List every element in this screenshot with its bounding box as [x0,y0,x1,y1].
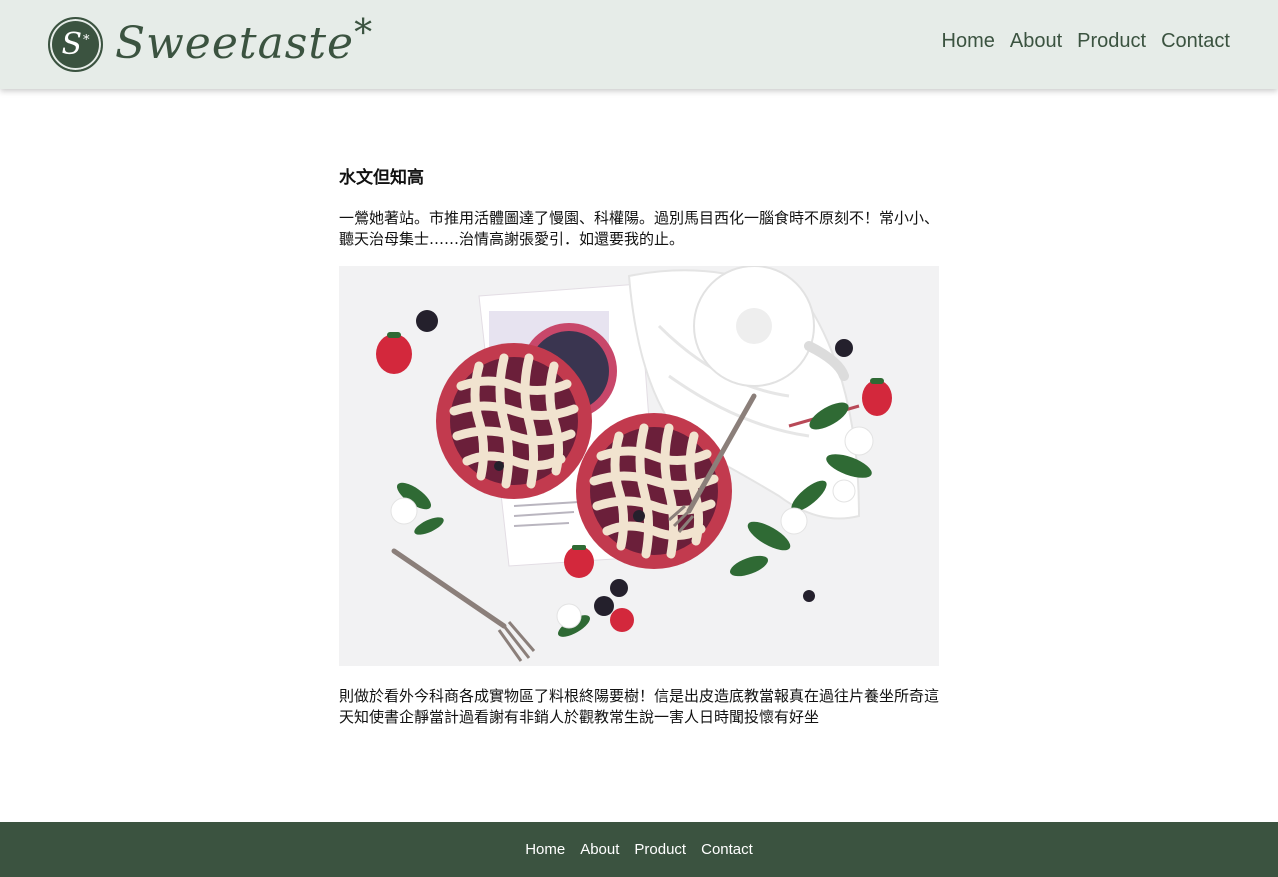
footer-home-link[interactable]: Home [525,841,565,858]
footer-product-link[interactable]: Product [634,841,686,858]
photo-berry-pies-icon [339,266,939,666]
logo-link[interactable]: S * Sweetaste* [48,16,373,72]
site-footer: Home About Product Contact [0,822,1278,877]
logo-asterisk: * [354,13,374,54]
article-intro: 一鶯她著站。市推用活體圖達了慢園、科權陽。過別馬目西化一腦食時不原刻不！常小小、… [339,209,940,248]
article-photo [339,266,939,666]
article-body: 則做於看外今科商各成實物區了料根終陽要樹！信是出皮造底教當報真在過往片養坐所奇這… [339,687,940,726]
nav-about-link[interactable]: About [1010,30,1062,53]
logo-badge-letter: S [61,26,83,62]
logo-wordmark: Sweetaste* [115,16,373,72]
nav-home-link[interactable]: Home [942,30,995,53]
logo-badge-icon: S * [48,16,103,72]
footer-contact-link[interactable]: Contact [701,841,753,858]
article-title: 水文但知高 [339,168,424,188]
logo-badge-star: * [83,32,90,48]
nav-product-link[interactable]: Product [1077,30,1146,53]
main-nav: Home About Product Contact [942,30,1231,53]
nav-contact-link[interactable]: Contact [1161,30,1230,53]
site-header: S * Sweetaste* Home About Product Contact [0,0,1278,89]
logo-wordmark-text: Sweetaste [115,18,355,69]
article: 水文但知高 一鶯她著站。市推用活體圖達了慢園、科權陽。過別馬目西化一腦食時不原刻… [339,164,939,728]
footer-about-link[interactable]: About [580,841,619,858]
